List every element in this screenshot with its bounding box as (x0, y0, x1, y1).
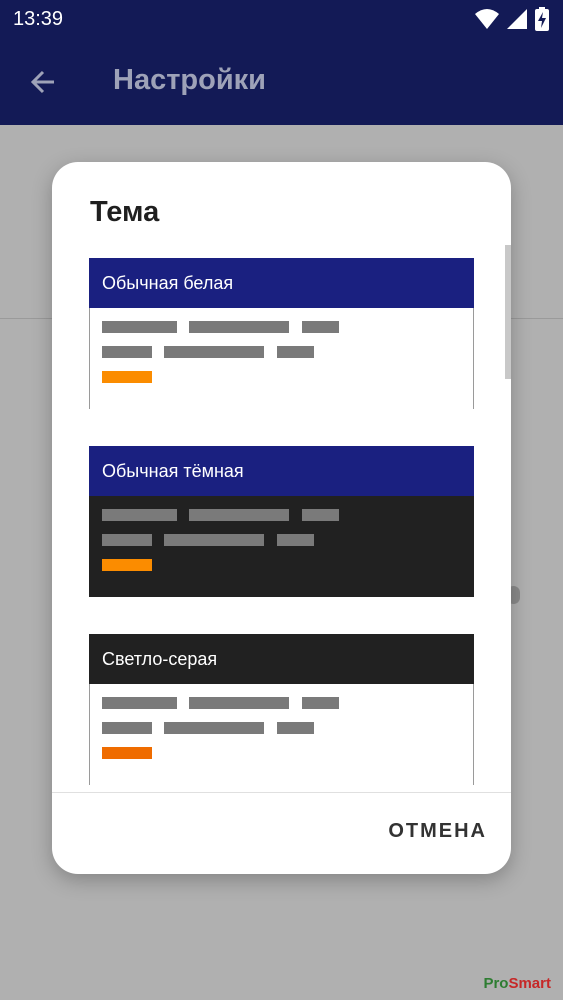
preview-line (189, 509, 289, 521)
preview-line (277, 534, 314, 546)
cancel-button[interactable]: ОТМЕНА (388, 820, 487, 843)
preview-line (164, 534, 264, 546)
theme-preview (89, 496, 474, 597)
theme-preview (90, 684, 473, 785)
preview-line (164, 346, 264, 358)
watermark-pro: Pro (483, 975, 509, 992)
preview-accent (102, 747, 152, 759)
theme-preview (90, 308, 473, 409)
preview-line (102, 509, 177, 521)
theme-list: Обычная белая Обычная тёмная Светло-сера… (89, 258, 474, 790)
status-icons (475, 7, 549, 31)
theme-option-light-gray[interactable]: Светло-серая (89, 634, 474, 785)
preview-line (302, 509, 339, 521)
app-bar: Настройки (0, 40, 563, 125)
preview-line (102, 534, 152, 546)
theme-option-regular-dark[interactable]: Обычная тёмная (89, 446, 474, 597)
theme-option-label: Светло-серая (89, 634, 474, 684)
status-bar: 13:39 (0, 0, 563, 40)
preview-line (102, 722, 152, 734)
signal-icon (507, 9, 527, 29)
preview-line (189, 697, 289, 709)
theme-option-label: Обычная белая (89, 258, 474, 308)
prosmart-watermark: ProSmart (483, 975, 551, 992)
preview-line (164, 722, 264, 734)
preview-line (189, 321, 289, 333)
preview-line (302, 321, 339, 333)
arrow-left-icon (30, 70, 54, 94)
scrollbar[interactable] (505, 245, 511, 379)
preview-line (102, 346, 152, 358)
theme-option-label: Обычная тёмная (89, 446, 474, 496)
page-title: Настройки (113, 64, 267, 96)
watermark-smart: Smart (508, 975, 551, 992)
theme-option-regular-white[interactable]: Обычная белая (89, 258, 474, 409)
preview-line (102, 321, 177, 333)
back-button[interactable] (28, 64, 60, 100)
dialog-divider (52, 792, 511, 793)
preview-line (277, 346, 314, 358)
preview-accent (102, 371, 152, 383)
dialog-title: Тема (90, 196, 160, 228)
preview-line (102, 697, 177, 709)
status-time: 13:39 (13, 8, 64, 30)
preview-accent (102, 559, 152, 571)
preview-line (277, 722, 314, 734)
battery-charging-icon (535, 7, 549, 31)
wifi-icon (475, 9, 499, 29)
preview-line (302, 697, 339, 709)
theme-dialog: Тема Обычная белая Обычная тёмная Светло… (52, 162, 511, 874)
